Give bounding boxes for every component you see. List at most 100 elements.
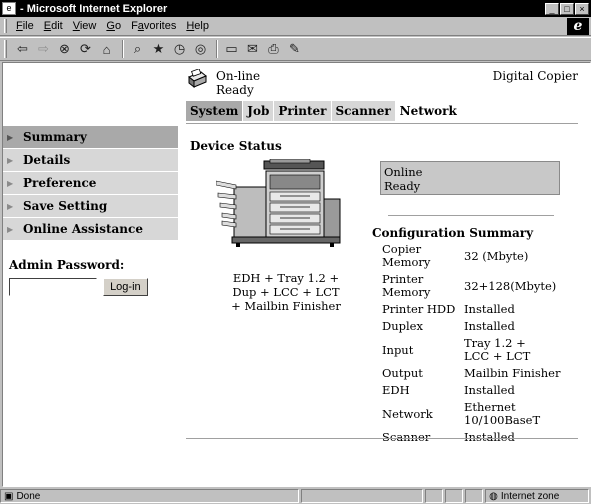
table-row: Printer HDD Installed <box>382 301 560 318</box>
menu-help[interactable]: Help <box>181 20 214 32</box>
channels-icon[interactable]: ◎ <box>191 40 210 58</box>
table-row: Output Mailbin Finisher <box>382 365 560 382</box>
toolbar: ⇦ ⇨ ⊗ ⟳ ⌂ ⌕ ★ ◷ ◎ ▭ ✉ ⎙ ✎ <box>0 37 591 61</box>
toolbar-separator <box>122 40 124 58</box>
tab-job[interactable]: Job <box>243 101 274 121</box>
back-icon[interactable]: ⇦ <box>13 40 32 58</box>
side-nav: ▶ Summary ▶ Details ▶ Preference ▶ Save … <box>3 126 178 241</box>
nav-arrow-icon: ▶ <box>7 224 14 234</box>
close-icon[interactable]: × <box>575 2 589 15</box>
zone-text: Internet zone <box>500 490 560 502</box>
history-icon[interactable]: ◷ <box>170 40 189 58</box>
status-done: ▣ Done <box>0 489 300 503</box>
table-row: Printer Memory 32+128(Mbyte) <box>382 271 560 301</box>
nav-arrow-icon: ▶ <box>7 201 14 211</box>
config-summary-table: Copier Memory 32 (Mbyte) Printer Memory 32… <box>382 241 560 446</box>
mail-icon[interactable]: ✉ <box>243 40 262 58</box>
status-bar: ▣ Done ◍ Internet zone <box>0 488 591 504</box>
online-status-line: Online <box>384 165 423 179</box>
config-key: Output <box>382 366 423 380</box>
search-icon[interactable]: ⌕ <box>128 40 147 58</box>
window-titlebar: e - Microsoft Internet Explorer _ □ × <box>0 0 591 17</box>
status-text: Done <box>16 490 41 502</box>
refresh-icon[interactable]: ⟳ <box>76 40 95 58</box>
menu-edit[interactable]: Edit <box>39 20 68 32</box>
tab-system[interactable]: System <box>186 101 243 121</box>
nav-item-label: Online Assistance <box>23 222 143 236</box>
nav-arrow-icon: ▶ <box>7 178 14 188</box>
tab-scanner[interactable]: Scanner <box>331 101 395 121</box>
nav-item-label: Details <box>23 153 71 167</box>
config-value: Installed <box>464 302 515 316</box>
ie-logo-icon: e <box>567 18 589 35</box>
ready-status-line: Ready <box>384 179 421 193</box>
table-row: EDH Installed <box>382 382 560 399</box>
nav-item-save-setting[interactable]: ▶ Save Setting <box>3 195 178 217</box>
globe-icon: ◍ <box>489 490 498 502</box>
nav-arrow-icon: ▶ <box>7 132 14 142</box>
config-divider <box>388 215 554 216</box>
status-progress <box>301 489 424 503</box>
menubar-grip[interactable] <box>4 19 7 33</box>
status-zone: ◍ Internet zone <box>485 489 589 503</box>
fullscreen-icon[interactable]: ▭ <box>222 40 241 58</box>
caption-line: Dup + LCC + LCT <box>232 285 340 299</box>
home-icon[interactable]: ⌂ <box>97 40 116 58</box>
config-key: Network <box>382 406 433 421</box>
tab-printer[interactable]: Printer <box>274 101 331 121</box>
menu-go[interactable]: Go <box>101 20 126 32</box>
status-cell <box>465 489 484 503</box>
nav-item-summary[interactable]: ▶ Summary <box>3 126 178 148</box>
config-value: 32 (Mbyte) <box>464 248 529 263</box>
config-key: Printer Memory <box>382 272 431 299</box>
bottom-divider <box>186 438 578 439</box>
favorites-icon[interactable]: ★ <box>149 40 168 58</box>
status-cell <box>445 489 464 503</box>
status-line-ready: Ready <box>216 83 254 97</box>
config-key: Printer HDD <box>382 302 456 316</box>
online-status-box: Online Ready <box>380 161 560 195</box>
config-key: Duplex <box>382 319 423 333</box>
toolbar-separator <box>216 40 218 58</box>
nav-item-label: Save Setting <box>23 199 108 213</box>
copier-image <box>215 158 342 259</box>
tab-divider <box>186 123 578 124</box>
config-value: Installed <box>464 383 515 397</box>
page-viewport: ▶ Summary ▶ Details ▶ Preference ▶ Save … <box>2 62 591 487</box>
admin-password-input[interactable] <box>9 278 97 296</box>
table-row: Copier Memory 32 (Mbyte) <box>382 241 560 271</box>
page-done-icon: ▣ <box>4 490 14 502</box>
config-value: Mailbin Finisher <box>464 366 561 380</box>
config-value: Ethernet 10/100BaseT <box>464 400 541 427</box>
device-model: Digital Copier <box>492 69 578 83</box>
nav-item-preference[interactable]: ▶ Preference <box>3 172 178 194</box>
login-button[interactable]: Log-in <box>103 278 148 296</box>
status-line-online: On-line <box>216 69 261 83</box>
nav-arrow-icon: ▶ <box>7 155 14 165</box>
print-icon[interactable]: ⎙ <box>264 40 283 58</box>
maximize-icon[interactable]: □ <box>560 2 574 15</box>
config-key: EDH <box>382 383 410 397</box>
tab-bar: System Job Printer Scanner Network <box>186 101 462 121</box>
menu-view[interactable]: View <box>68 20 102 32</box>
menu-file[interactable]: File <box>11 20 39 32</box>
stop-icon[interactable]: ⊗ <box>55 40 74 58</box>
status-header: On-line Ready <box>186 68 261 97</box>
config-value: Tray 1.2 + LCC + LCT <box>464 336 531 363</box>
table-row: Duplex Installed <box>382 318 560 335</box>
toolbar-grip[interactable] <box>4 40 7 58</box>
ie-app-icon[interactable]: e <box>2 2 16 15</box>
minimize-icon[interactable]: _ <box>545 2 559 15</box>
config-key: Input <box>382 342 414 357</box>
menu-favorites[interactable]: Favorites <box>126 20 181 32</box>
config-summary-title: Configuration Summary <box>372 226 534 240</box>
nav-item-online-assistance[interactable]: ▶ Online Assistance <box>3 218 178 240</box>
nav-item-label: Preference <box>23 176 97 190</box>
forward-icon[interactable]: ⇨ <box>34 40 53 58</box>
status-cell <box>425 489 444 503</box>
tab-network[interactable]: Network <box>395 101 461 121</box>
caption-line: EDH + Tray 1.2 + <box>232 271 340 285</box>
edit-icon[interactable]: ✎ <box>285 40 304 58</box>
nav-item-details[interactable]: ▶ Details <box>3 149 178 171</box>
caption-line: + Mailbin Finisher <box>231 299 341 313</box>
